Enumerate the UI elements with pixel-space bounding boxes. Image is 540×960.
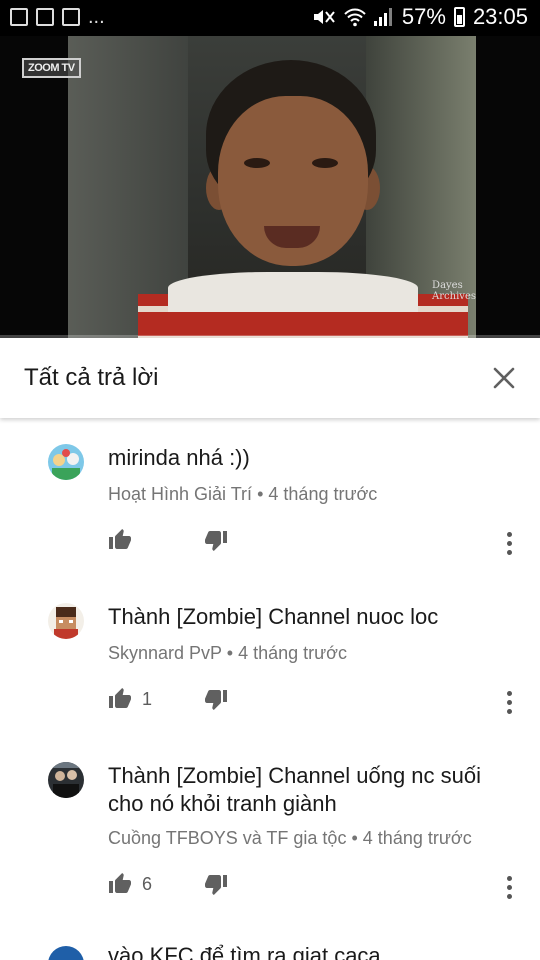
thumbs-up-icon [109, 688, 131, 708]
wattpad-icon [36, 8, 54, 26]
comment-author[interactable]: Cuồng TFBOYS và TF gia tộc [108, 828, 346, 848]
comment-actions: 6 [108, 872, 528, 902]
comment-time: 4 tháng trước [268, 484, 378, 504]
thumbs-up-icon [109, 529, 131, 549]
like-button[interactable] [108, 528, 142, 552]
battery-icon [453, 7, 465, 27]
image-icon [10, 8, 28, 26]
comment-text: mirinda nhá :)) [108, 445, 250, 470]
system-status: 57% 23:05 [312, 4, 528, 30]
clock: 23:05 [472, 4, 528, 29]
close-button[interactable] [484, 358, 524, 398]
battery-percent: 57% [401, 4, 446, 29]
avatar[interactable] [48, 603, 84, 639]
more-options-button[interactable] [504, 691, 514, 714]
channel-watermark: ZOOM TV [22, 58, 81, 78]
like-button[interactable]: 1 [108, 687, 152, 711]
overflow-indicator: ... [88, 6, 105, 28]
close-icon [493, 367, 515, 389]
like-count: 6 [142, 873, 153, 894]
signal-icon [373, 8, 394, 26]
comment-actions: 1 [108, 687, 528, 717]
comment-text: vào KFC để tìm ra giạt caca [108, 943, 381, 960]
comment-actions [108, 528, 528, 558]
dislike-button[interactable] [204, 528, 228, 557]
video-player[interactable]: ZOOM TV Dayes Archives [0, 36, 540, 338]
archive-watermark: Dayes Archives [432, 280, 476, 302]
dislike-button[interactable] [204, 687, 228, 716]
thumbs-down-icon [205, 875, 227, 895]
replies-title: Tất cả trả lời [24, 364, 159, 391]
comments-list: mirinda nhá :)) Hoạt Hình Giải Trí • 4 t… [0, 418, 540, 960]
like-button[interactable]: 6 [108, 872, 152, 896]
notification-icons: ... [10, 6, 105, 28]
avatar[interactable] [48, 946, 84, 960]
comment-meta: Skynnard PvP • 4 tháng trước [108, 643, 347, 663]
more-options-button[interactable] [504, 532, 514, 555]
avatar[interactable] [48, 762, 84, 798]
thumbs-up-icon [109, 873, 131, 893]
avatar[interactable] [48, 444, 84, 480]
video-frame [68, 36, 476, 338]
comment-time: 4 tháng trước [238, 643, 347, 663]
comment-author[interactable]: Hoạt Hình Giải Trí [108, 484, 252, 504]
comment-text: Thành [Zombie] Channel uống nc suối cho … [108, 763, 482, 816]
comment-text: Thành [Zombie] Channel nuoc loc [108, 604, 439, 629]
comment-time: 4 tháng trước [362, 828, 472, 848]
thumbs-down-icon [205, 531, 227, 551]
comment-meta: Hoạt Hình Giải Trí • 4 tháng trước [108, 484, 378, 504]
comment-meta: Cuồng TFBOYS và TF gia tộc • 4 tháng trư… [108, 828, 472, 848]
wifi-icon [344, 8, 366, 27]
replies-header: Tất cả trả lời [0, 338, 540, 418]
thumbs-down-icon [205, 690, 227, 710]
like-count: 1 [142, 688, 153, 709]
dislike-button[interactable] [204, 872, 228, 901]
document-icon [62, 8, 80, 26]
comment-author[interactable]: Skynnard PvP [108, 643, 222, 663]
status-bar: ... 57% 23:05 [0, 0, 540, 36]
more-options-button[interactable] [504, 876, 514, 899]
mute-icon [313, 10, 335, 24]
